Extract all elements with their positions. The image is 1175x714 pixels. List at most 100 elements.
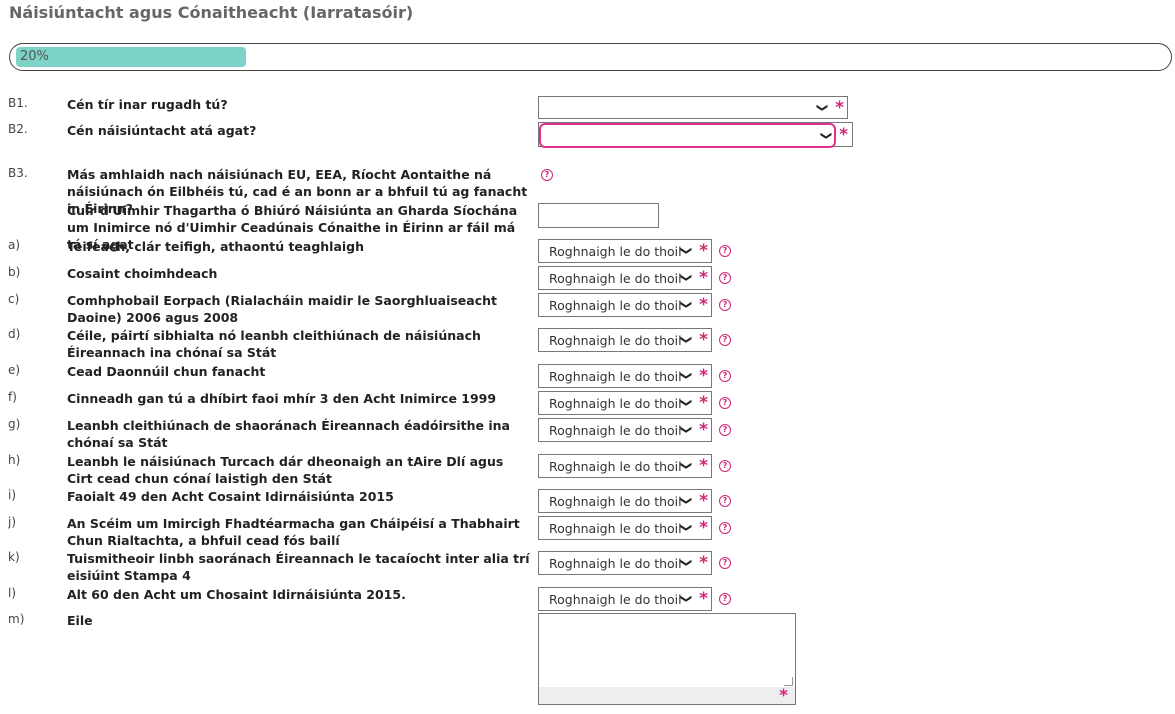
required-icon: * [699, 491, 708, 511]
option-text: Leanbh le náisiúnach Turcach dár dheonai… [67, 454, 504, 486]
chevron-down-icon: ❯ [679, 398, 693, 408]
option-text: Cinneadh gan tú a dhíbirt faoi mhír 3 de… [67, 391, 497, 406]
help-icon[interactable]: ? [719, 522, 731, 534]
option-select-value: Roghnaigh le do thoil [549, 521, 682, 536]
option-select-value: Roghnaigh le do thoil [549, 298, 682, 313]
resize-handle-icon[interactable] [784, 677, 793, 686]
option-select[interactable]: Roghnaigh le do thoil ❯ * [538, 293, 712, 317]
progress-label: 20% [20, 49, 49, 64]
country-of-birth-select[interactable]: ❯ * [538, 96, 848, 119]
help-icon[interactable]: ? [719, 370, 731, 382]
help-icon[interactable]: ? [719, 424, 731, 436]
question-number: B1. [8, 96, 28, 110]
progress-fill [16, 47, 246, 67]
option-select[interactable]: Roghnaigh le do thoil ❯ * [538, 489, 712, 513]
option-select[interactable]: Roghnaigh le do thoil ❯ * [538, 454, 712, 478]
option-text: Cead Daonnúil chun fanacht [67, 364, 266, 379]
option-select-value: Roghnaigh le do thoil [549, 556, 682, 571]
help-icon[interactable]: ? [719, 397, 731, 409]
progress-bar: 20% [9, 43, 1172, 71]
required-icon: * [779, 686, 788, 706]
help-icon[interactable]: ? [541, 169, 553, 181]
option-text: Leanbh cleithiúnach de shaoránach Éirean… [67, 418, 510, 450]
option-select-value: Roghnaigh le do thoil [549, 333, 682, 348]
option-number: g) [8, 417, 21, 431]
chevron-down-icon: ❯ [679, 371, 693, 381]
option-number: b) [8, 265, 21, 279]
option-select-value: Roghnaigh le do thoil [549, 423, 682, 438]
question-text: Eile [67, 613, 93, 628]
textarea-footer: * [539, 686, 795, 706]
option-number: f) [8, 390, 17, 404]
option-select[interactable]: Roghnaigh le do thoil ❯ * [538, 391, 712, 415]
chevron-down-icon: ❯ [679, 496, 693, 506]
option-text: Céile, páirtí sibhialta nó leanbh cleith… [67, 328, 481, 360]
chevron-down-icon: ❯ [679, 273, 693, 283]
help-icon[interactable]: ? [719, 593, 731, 605]
help-icon[interactable]: ? [719, 460, 731, 472]
option-select[interactable]: Roghnaigh le do thoil ❯ * [538, 266, 712, 290]
chevron-down-icon: ❯ [679, 523, 693, 533]
option-number: l) [8, 586, 17, 600]
help-icon[interactable]: ? [719, 495, 731, 507]
option-select[interactable]: Roghnaigh le do thoil ❯ * [538, 587, 712, 611]
option-text: Cosaint choimhdeach [67, 266, 218, 281]
other-textarea[interactable]: * [538, 613, 796, 705]
required-icon: * [699, 330, 708, 350]
question-text: Cén náisiúntacht atá agat? [67, 123, 257, 138]
option-text: Teifeach, clár teifigh, athaontú teaghla… [67, 239, 365, 254]
required-icon: * [699, 456, 708, 476]
chevron-down-icon: ❯ [679, 558, 693, 568]
chevron-down-icon: ❯ [679, 246, 693, 256]
question-number: B2. [8, 122, 28, 136]
required-icon: * [839, 125, 848, 145]
chevron-down-icon: ❯ [679, 425, 693, 435]
option-number: e) [8, 363, 21, 377]
required-icon: * [699, 366, 708, 386]
chevron-down-icon: ❯ [679, 335, 693, 345]
option-number: k) [8, 550, 20, 564]
required-icon: * [699, 241, 708, 261]
chevron-down-icon: ❯ [815, 102, 829, 112]
chevron-down-icon: ❯ [679, 461, 693, 471]
help-icon[interactable]: ? [719, 245, 731, 257]
question-text: Cén tír inar rugadh tú? [67, 97, 228, 112]
option-select-value: Roghnaigh le do thoil [549, 459, 682, 474]
option-select-value: Roghnaigh le do thoil [549, 592, 682, 607]
required-icon: * [699, 589, 708, 609]
option-select[interactable]: Roghnaigh le do thoil ❯ * [538, 239, 712, 263]
option-select[interactable]: Roghnaigh le do thoil ❯ * [538, 516, 712, 540]
option-number: d) [8, 327, 21, 341]
option-number: c) [8, 292, 20, 306]
question-number: m) [8, 612, 25, 626]
required-icon: * [699, 393, 708, 413]
chevron-down-icon: ❯ [819, 130, 833, 140]
required-icon: * [699, 268, 708, 288]
reference-number-input[interactable] [538, 203, 659, 228]
option-select[interactable]: Roghnaigh le do thoil ❯ * [538, 364, 712, 388]
option-text: Tuismitheoir linbh saoránach Éireannach … [67, 551, 530, 583]
chevron-down-icon: ❯ [679, 594, 693, 604]
help-icon[interactable]: ? [719, 557, 731, 569]
required-icon: * [699, 420, 708, 440]
option-number: h) [8, 453, 21, 467]
option-select-value: Roghnaigh le do thoil [549, 396, 682, 411]
option-number: i) [8, 488, 17, 502]
option-select[interactable]: Roghnaigh le do thoil ❯ * [538, 551, 712, 575]
help-icon[interactable]: ? [719, 272, 731, 284]
help-icon[interactable]: ? [719, 334, 731, 346]
nationality-select[interactable]: ❯ [539, 123, 836, 148]
question-number: B3. [8, 166, 28, 180]
option-text: Alt 60 den Acht um Chosaint Idirnáisiúnt… [67, 587, 406, 602]
option-select[interactable]: Roghnaigh le do thoil ❯ * [538, 418, 712, 442]
option-text: Faoialt 49 den Acht Cosaint Idirnáisiúnt… [67, 489, 394, 504]
help-icon[interactable]: ? [719, 299, 731, 311]
required-icon: * [699, 553, 708, 573]
option-number: a) [8, 238, 21, 252]
required-icon: * [699, 295, 708, 315]
page-title: Náisiúntacht agus Cónaitheacht (Iarratas… [9, 3, 414, 22]
required-icon: * [699, 518, 708, 538]
option-select-value: Roghnaigh le do thoil [549, 271, 682, 286]
option-select[interactable]: Roghnaigh le do thoil ❯ * [538, 328, 712, 352]
option-select-value: Roghnaigh le do thoil [549, 494, 682, 509]
